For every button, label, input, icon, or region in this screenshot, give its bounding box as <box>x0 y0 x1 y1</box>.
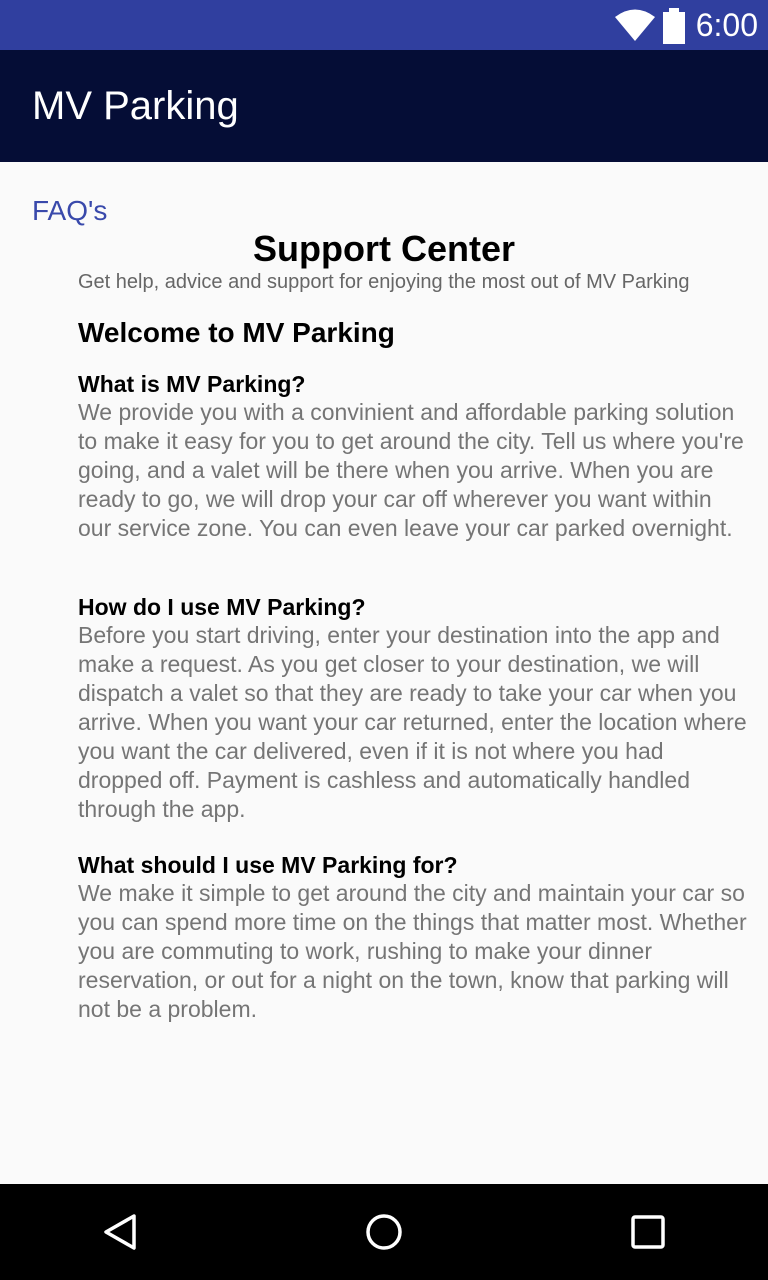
faq-answer: We make it simple to get around the city… <box>78 880 747 1022</box>
support-title: Support Center <box>252 228 515 269</box>
status-time: 6:00 <box>695 7 758 43</box>
support-content: FAQ's Support Center Get help, advice an… <box>0 162 768 1184</box>
faq-answer: We provide you with a convinient and aff… <box>78 399 744 541</box>
support-subtitle: Get help, advice and support for enjoyin… <box>78 271 690 293</box>
wifi-icon <box>615 9 655 41</box>
home-icon[interactable] <box>364 1212 404 1252</box>
faq-item: How do I use MV Parking? Before you star… <box>78 593 748 824</box>
faq-item: What is MV Parking? We provide you with … <box>78 370 748 543</box>
back-icon[interactable] <box>100 1212 140 1252</box>
app-bar: MV Parking <box>0 50 768 162</box>
battery-icon <box>663 8 685 44</box>
navigation-bar <box>0 1184 768 1280</box>
faq-question: How do I use MV Parking? <box>78 594 366 620</box>
faq-question: What should I use MV Parking for? <box>78 852 458 878</box>
recent-apps-icon[interactable] <box>628 1212 668 1252</box>
faq-item: What should I use MV Parking for? We mak… <box>78 851 748 1024</box>
welcome-heading: Welcome to MV Parking <box>78 317 395 348</box>
status-bar: 6:00 <box>0 0 768 50</box>
app-title: MV Parking <box>32 84 239 128</box>
faq-link[interactable]: FAQ's <box>32 194 107 228</box>
faq-answer: Before you start driving, enter your des… <box>78 622 747 822</box>
faq-question: What is MV Parking? <box>78 371 306 397</box>
